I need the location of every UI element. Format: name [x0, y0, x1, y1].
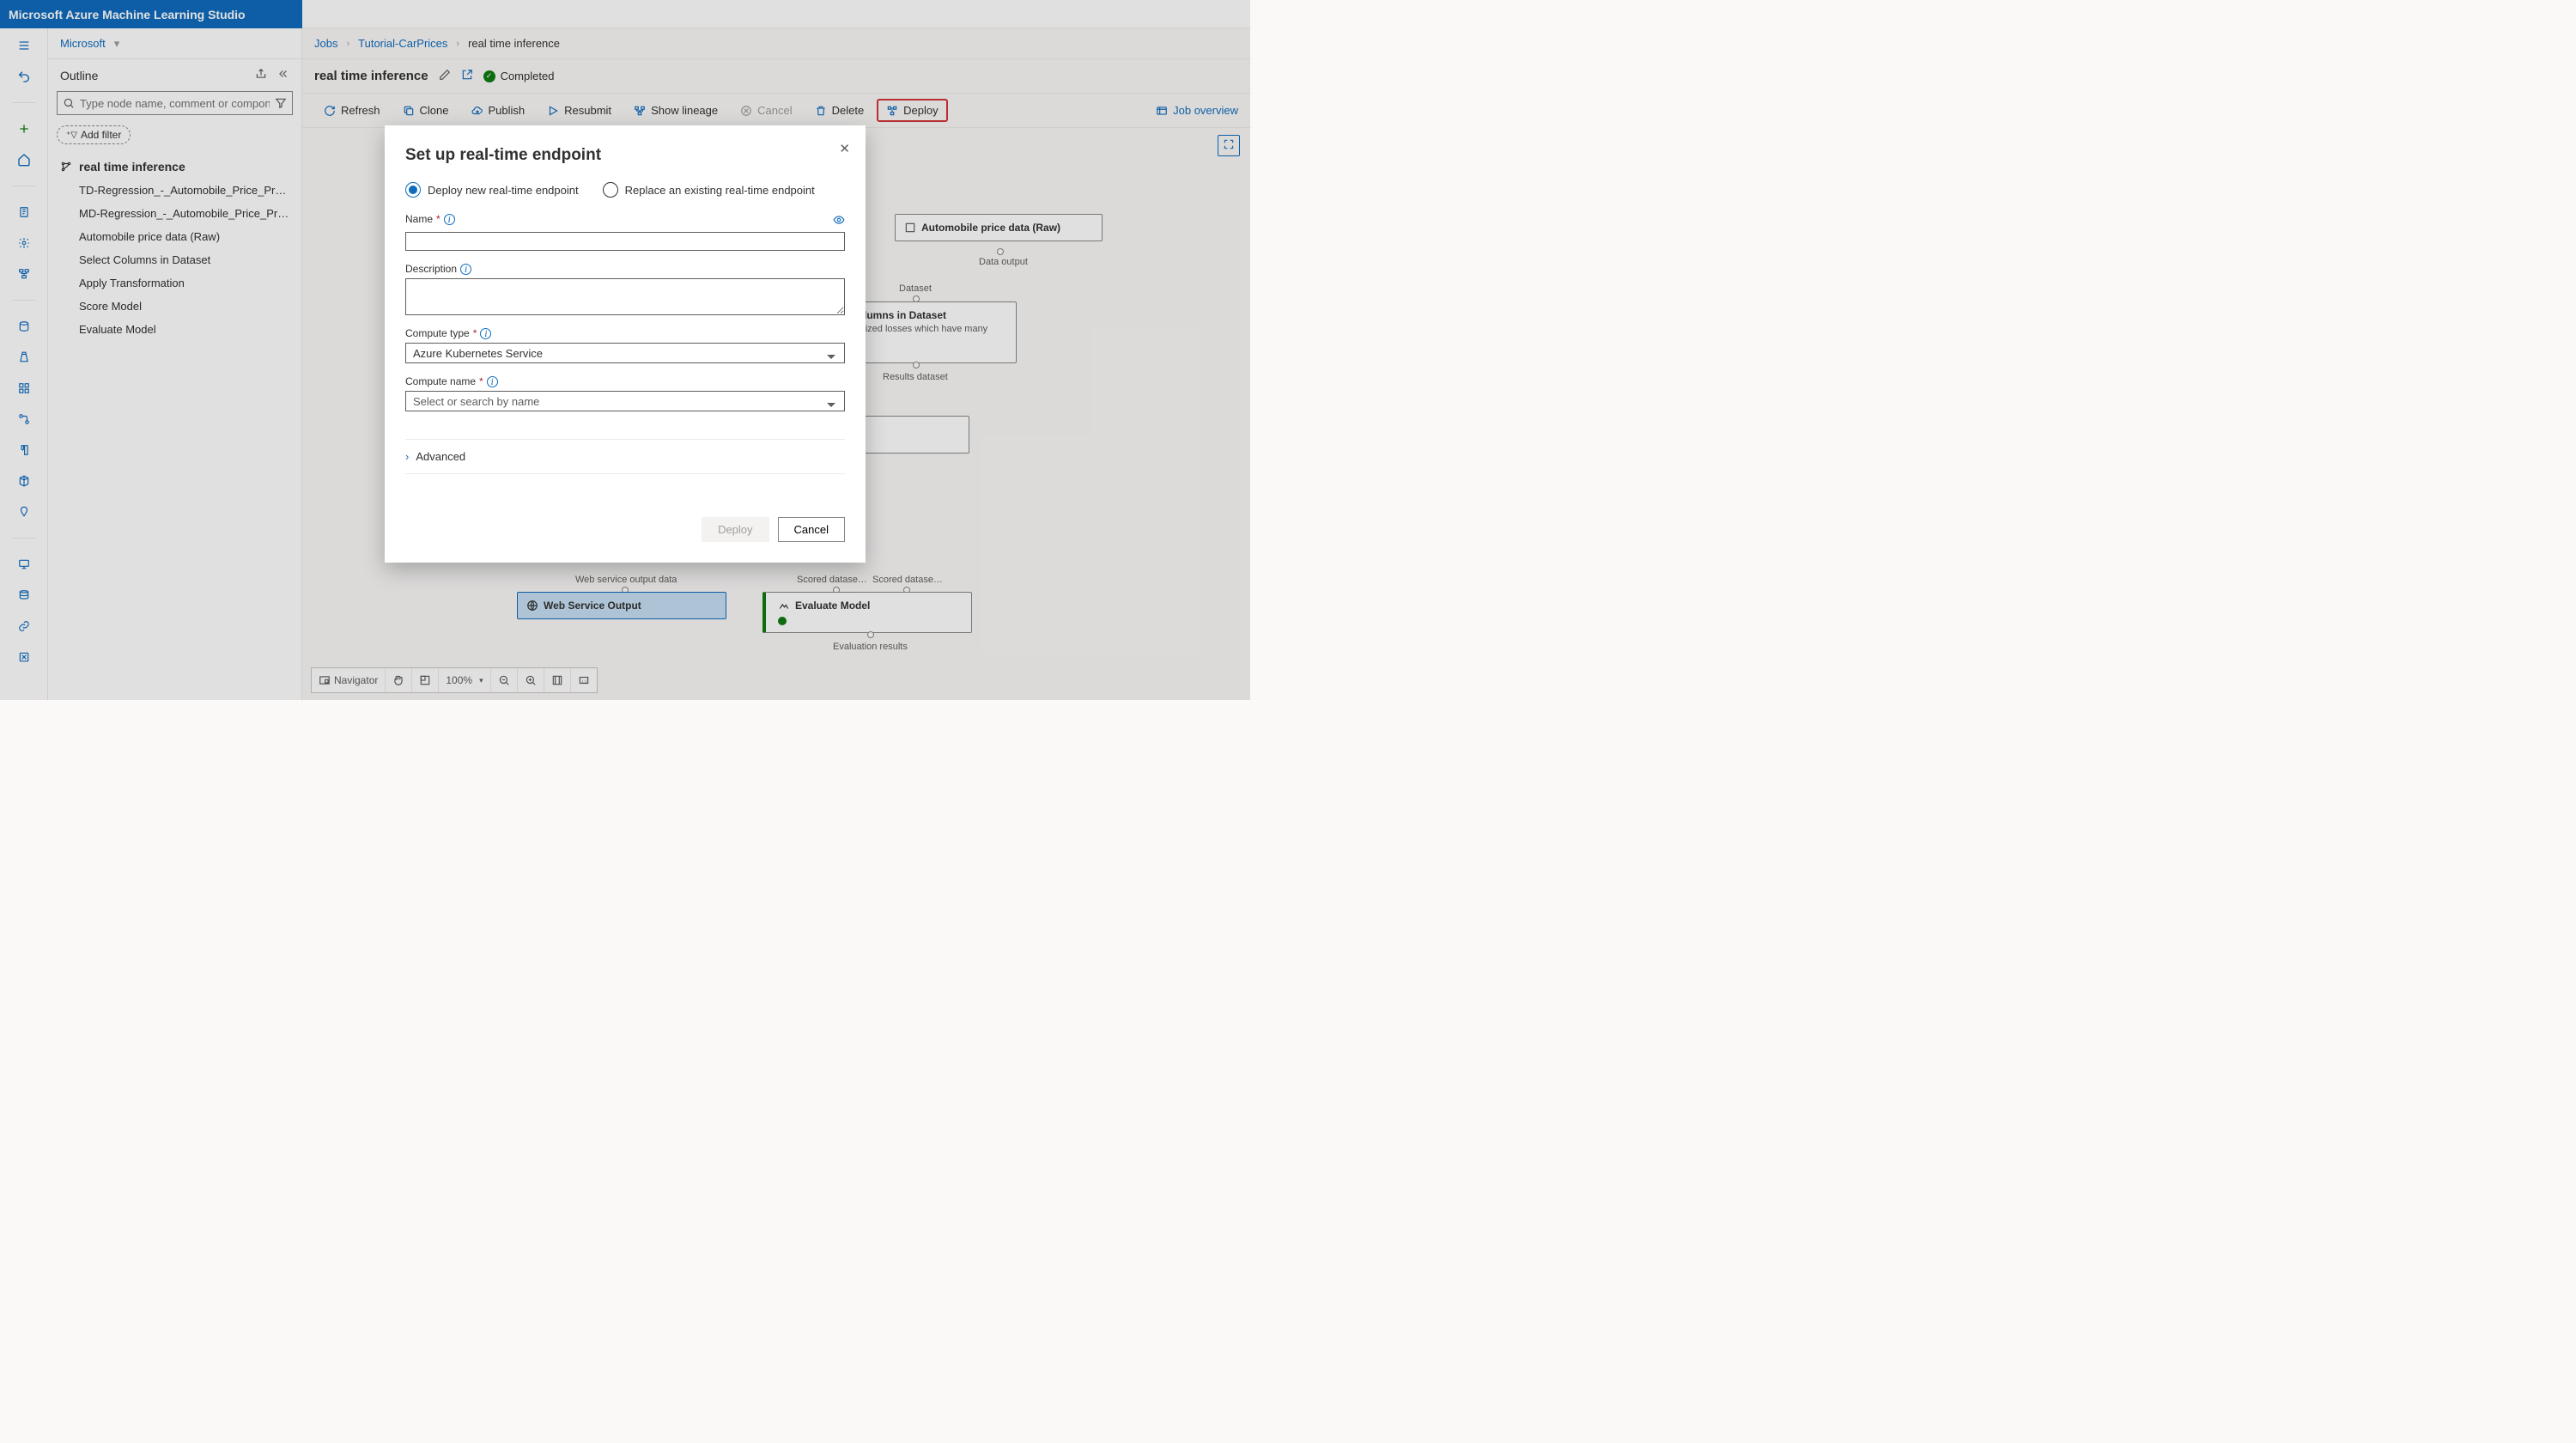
- chevron-right-icon: ›: [405, 450, 409, 463]
- close-icon[interactable]: ✕: [839, 141, 850, 156]
- info-icon[interactable]: i: [480, 328, 491, 339]
- name-label: Name* i: [405, 213, 455, 225]
- radio-replace-existing[interactable]: Replace an existing real-time endpoint: [603, 182, 815, 198]
- compute-name-label: Compute name* i: [405, 375, 845, 387]
- compute-type-label: Compute type* i: [405, 327, 845, 339]
- deploy-mode-radio-group: Deploy new real-time endpoint Replace an…: [405, 182, 845, 198]
- eye-icon[interactable]: [833, 214, 845, 228]
- info-icon[interactable]: i: [444, 214, 455, 225]
- advanced-toggle[interactable]: › Advanced: [405, 439, 845, 474]
- compute-type-select[interactable]: Azure Kubernetes Service: [405, 343, 845, 363]
- radio-indicator: [405, 182, 421, 198]
- info-icon[interactable]: i: [487, 376, 498, 387]
- modal-deploy-button: Deploy: [702, 517, 769, 542]
- modal-footer: Deploy Cancel: [405, 517, 845, 542]
- description-input[interactable]: [405, 278, 845, 315]
- compute-name-select[interactable]: Select or search by name: [405, 391, 845, 411]
- name-input[interactable]: [405, 232, 845, 251]
- modal-title: Set up real-time endpoint: [405, 146, 845, 165]
- description-label: Description i: [405, 263, 845, 275]
- info-icon[interactable]: i: [460, 264, 471, 275]
- deploy-modal: ✕ Set up real-time endpoint Deploy new r…: [385, 125, 866, 563]
- modal-backdrop[interactable]: ✕ Set up real-time endpoint Deploy new r…: [0, 0, 1250, 700]
- radio-deploy-new[interactable]: Deploy new real-time endpoint: [405, 182, 579, 198]
- radio-indicator: [603, 182, 618, 198]
- modal-cancel-button[interactable]: Cancel: [778, 517, 845, 542]
